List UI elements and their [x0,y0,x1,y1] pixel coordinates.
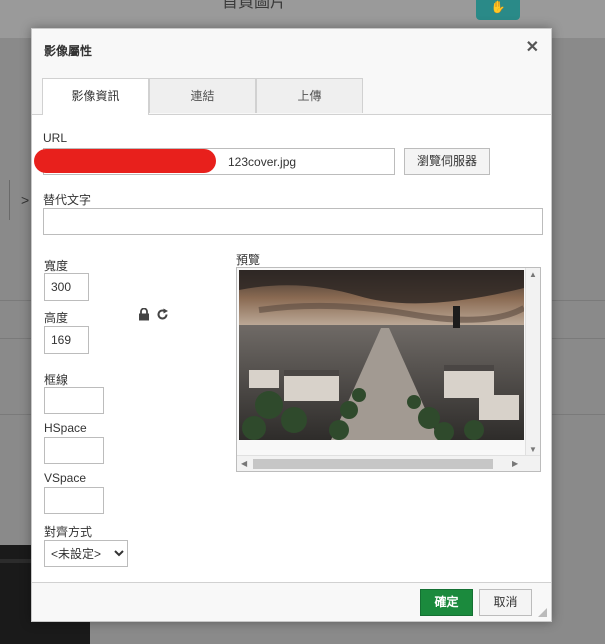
preview-label: 預覽 [236,253,261,267]
preview-box: ▲ ▼ ◀ ▶ [236,267,541,472]
ok-button[interactable]: 確定 [420,589,473,616]
url-label: URL [43,131,68,145]
border-label: 框線 [44,373,69,387]
dialog-footer: 確定 取消 [32,582,551,621]
image-properties-dialog: 影像屬性 ✕ 影像資訊 連結 上傳 URL 瀏覽伺服器 替代文字 寬度 高度 框… [31,28,552,622]
vspace-input[interactable] [44,487,104,514]
scroll-up-icon[interactable]: ▲ [529,270,537,279]
close-icon[interactable]: ✕ [526,39,539,57]
hand-icon: ✋ [490,0,506,14]
lock-icon[interactable] [138,307,150,324]
redaction-mark [34,149,216,173]
align-label: 對齊方式 [44,525,93,539]
border-input[interactable] [44,387,104,414]
cancel-button[interactable]: 取消 [479,589,532,616]
hspace-label: HSpace [44,421,87,435]
alt-text-label: 替代文字 [43,193,92,207]
background-chevron: > [21,192,30,208]
tab-image-info[interactable]: 影像資訊 [42,78,149,115]
reset-size-icon[interactable] [156,308,169,324]
dialog-title: 影像屬性 [44,44,93,58]
width-label: 寬度 [44,259,69,273]
width-input[interactable] [44,273,89,301]
background-page-title: 首頁圖片 [222,0,287,11]
scroll-down-icon[interactable]: ▼ [529,445,537,454]
alt-text-input[interactable] [43,208,543,235]
preview-image [239,270,524,440]
scroll-right-icon[interactable]: ▶ [512,459,518,468]
preview-vertical-scrollbar[interactable]: ▲ ▼ [525,268,540,456]
tab-link[interactable]: 連結 [149,78,256,113]
vspace-label: VSpace [44,471,87,485]
tab-upload[interactable]: 上傳 [256,78,363,113]
resize-handle-icon[interactable] [538,608,547,617]
hspace-input[interactable] [44,437,104,464]
tab-bar: 影像資訊 連結 上傳 [32,69,551,115]
align-select[interactable]: <未設定> [44,540,128,567]
dialog-titlebar: 影像屬性 ✕ [32,29,551,70]
preview-horizontal-scrollbar[interactable]: ◀ ▶ [237,455,540,471]
background-separator [9,180,10,220]
browse-server-button[interactable]: 瀏覽伺服器 [404,148,490,175]
height-input[interactable] [44,326,89,354]
background-action-button: ✋ [476,0,520,20]
height-label: 高度 [44,311,69,325]
scroll-thumb[interactable] [253,459,493,469]
scroll-left-icon[interactable]: ◀ [241,459,247,468]
